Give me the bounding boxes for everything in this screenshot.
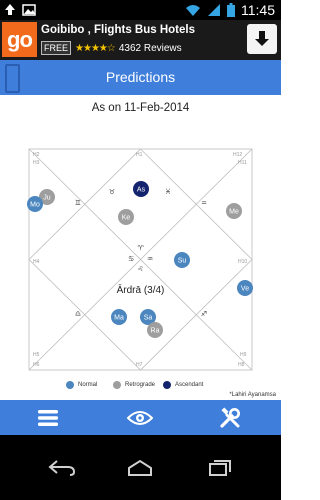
legend-retrograde: Retrograde	[113, 381, 155, 389]
status-bar: 11:45	[0, 0, 281, 20]
wifi-icon	[186, 5, 200, 16]
image-icon	[22, 4, 36, 16]
sign-h11: =	[201, 199, 207, 207]
as-on-date: As on 11-Feb-2014	[91, 102, 190, 114]
planet-me-label: Me	[229, 209, 239, 216]
house-label-h8: H8	[238, 362, 245, 368]
sign-center-bottom: ♌	[137, 265, 143, 273]
eye-icon	[127, 410, 153, 425]
ad-banner[interactable]: go Goibibo , Flights Bus Hotels FREE ★★★…	[0, 20, 281, 60]
sign-center-right: ♒	[147, 255, 153, 263]
planet-ra[interactable]: Ra	[147, 322, 163, 338]
planet-ra-label: Ra	[151, 328, 160, 335]
house-label-h12: H12	[233, 152, 242, 158]
sign-center-left: ♋	[128, 255, 134, 263]
house-label-h2: H2	[33, 152, 40, 158]
bottom-nav	[0, 400, 281, 435]
legend-ascendant: Ascendant	[163, 381, 203, 389]
house-label-h7: H7	[136, 362, 143, 368]
planet-ju-label: Ju	[43, 195, 51, 202]
house-label-h6: H6	[33, 362, 40, 368]
sign-h8: ♐	[201, 310, 207, 318]
planet-ve[interactable]: Ve	[237, 280, 253, 296]
legend-dot-ascendant	[163, 381, 171, 389]
battery-icon	[227, 3, 235, 17]
house-label-h10: H10	[238, 259, 247, 265]
legend-label-ascendant: Ascendant	[175, 382, 204, 388]
nakshatra-label: Ārdrā (3/4)	[117, 284, 165, 296]
download-icon	[255, 31, 269, 46]
house-label-h1: H1	[136, 152, 143, 158]
planet-su[interactable]: Su	[174, 252, 190, 268]
planet-as-label: As	[137, 187, 146, 194]
planet-mo[interactable]: Mo	[27, 196, 43, 212]
back-icon	[48, 459, 76, 476]
view-button[interactable]	[110, 400, 170, 435]
ad-reviews: 4362 Reviews	[118, 42, 182, 54]
page-title: Predictions	[105, 69, 176, 85]
home-button[interactable]	[110, 435, 170, 500]
ad-logo[interactable]: go	[2, 22, 37, 57]
menu-icon	[38, 409, 58, 426]
planet-ve-label: Ve	[241, 286, 249, 293]
tools-button[interactable]	[200, 400, 260, 435]
notification-icons	[4, 3, 36, 17]
upload-icon	[5, 4, 15, 15]
house-label-h9: H9	[240, 352, 247, 358]
status-time: 11:45	[241, 2, 275, 18]
house-label-h4: H4	[33, 259, 40, 265]
ad-download-button[interactable]	[247, 24, 277, 54]
sign-center-top: ♈	[137, 244, 144, 252]
app-header: Predictions	[0, 60, 281, 95]
menu-button[interactable]	[18, 400, 78, 435]
home-icon	[128, 459, 152, 476]
recents-button[interactable]	[190, 435, 250, 500]
system-nav-bar	[0, 435, 281, 500]
planet-sa-label: Sa	[144, 315, 153, 322]
ad-meta: FREE ★★★★☆ 4362 Reviews	[41, 41, 182, 55]
legend-label-retrograde: Retrograde	[125, 382, 156, 388]
sign-h12: ♓	[165, 188, 171, 196]
planet-ke-label: Ke	[122, 215, 131, 222]
planet-as[interactable]: As	[133, 181, 149, 197]
back-button[interactable]	[32, 435, 92, 500]
house-label-h3: H3	[33, 160, 40, 166]
ad-rating-stars: ★★★★☆	[75, 42, 116, 54]
house-label-h5: H5	[33, 352, 40, 358]
planet-ke[interactable]: Ke	[118, 209, 134, 225]
planet-me[interactable]: Me	[226, 203, 242, 219]
house-label-h11: H11	[238, 160, 247, 166]
sign-h3: ♊	[75, 199, 81, 207]
ad-free-badge: FREE	[41, 41, 72, 55]
signal-icon	[208, 4, 220, 16]
planet-ma-label: Ma	[114, 315, 124, 322]
legend-normal: Normal	[66, 381, 97, 389]
birth-chart: H1 H2 H3 H4 H5 H6 H7 H8 H9 H10 H11 H12 ♉…	[27, 148, 253, 371]
recents-icon	[209, 459, 231, 476]
planet-ma[interactable]: Ma	[111, 309, 127, 325]
planet-su-label: Su	[178, 258, 187, 265]
sign-h1: ♉	[109, 188, 115, 196]
legend-dot-retrograde	[113, 381, 121, 389]
planet-mo-label: Mo	[30, 202, 40, 209]
legend-dot-normal	[66, 381, 74, 389]
ad-title[interactable]: Goibibo , Flights Bus Hotels	[41, 24, 195, 36]
legend-label-normal: Normal	[78, 382, 98, 388]
sign-h5: ♎	[75, 310, 81, 318]
ayanamsa-note: *Lahiri Ayanamsa	[229, 392, 276, 398]
tools-icon	[220, 406, 240, 428]
